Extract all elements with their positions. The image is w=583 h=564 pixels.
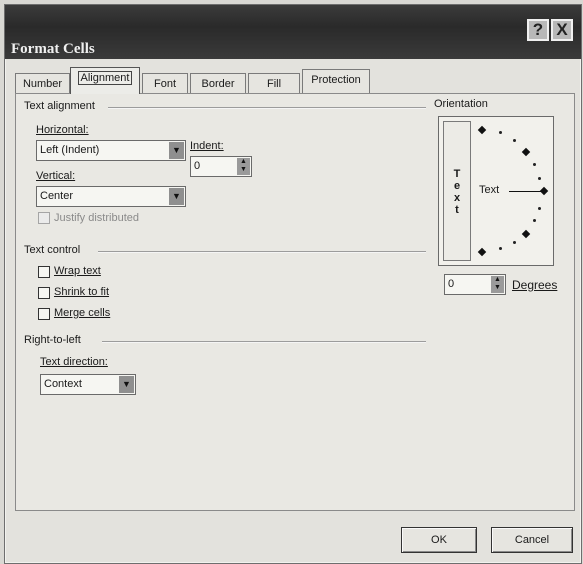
angle-marker (521, 229, 531, 239)
ok-button[interactable]: OK (401, 527, 477, 553)
close-button[interactable]: X (551, 19, 573, 41)
tab-label: Alignment (77, 71, 133, 85)
chevron-down-icon[interactable]: ▼ (169, 142, 184, 159)
tab-number[interactable]: Number (15, 73, 70, 93)
title-bar[interactable]: Format Cells ? X (5, 5, 581, 59)
text-direction-value: Context (44, 378, 82, 390)
alignment-panel: Text alignment Horizontal: Left (Indent)… (15, 93, 575, 511)
angle-dot (513, 241, 516, 244)
vertical-text-letter: T (453, 168, 461, 180)
tab-label: Border (201, 78, 235, 90)
angle-dot (533, 163, 536, 166)
tab-label: Protection (311, 74, 361, 86)
justify-distributed-label: Justify distributed (54, 212, 139, 224)
group-divider (102, 341, 426, 343)
chevron-down-icon[interactable]: ▼ (119, 376, 134, 393)
angle-dot (538, 177, 541, 180)
wrap-text-label: Wrap text (54, 265, 101, 277)
vertical-text-button[interactable]: T e x t (443, 121, 471, 261)
justify-distributed-checkbox[interactable] (38, 212, 50, 224)
vertical-select[interactable]: Center ▼ (36, 186, 186, 207)
text-direction-label: Text direction: (40, 356, 108, 368)
angle-dot (533, 219, 536, 222)
angle-marker (477, 247, 487, 257)
text-alignment-group-label: Text alignment (24, 100, 95, 112)
format-cells-dialog: Format Cells ? X Number Alignment Font B… (4, 4, 582, 564)
angle-dot (499, 247, 502, 250)
group-divider (98, 251, 426, 253)
group-divider (108, 107, 426, 109)
tab-border[interactable]: Border (190, 73, 246, 93)
horizontal-value: Left (Indent) (40, 144, 100, 156)
degrees-value: 0 (448, 278, 455, 290)
angle-dot (499, 131, 502, 134)
dial-text: Text (479, 184, 500, 196)
text-control-group-label: Text control (24, 244, 81, 256)
merge-cells-checkbox[interactable] (38, 308, 50, 320)
orientation-group-label: Orientation (434, 98, 488, 110)
indent-value: 0 (194, 160, 201, 172)
cancel-button[interactable]: Cancel (491, 527, 573, 553)
chevron-down-icon[interactable]: ▼ (169, 188, 184, 205)
vertical-value: Center (40, 190, 74, 202)
wrap-text-checkbox[interactable] (38, 266, 50, 278)
spin-up-down-icon[interactable]: ▲ ▼ (237, 158, 250, 175)
indent-spinner[interactable]: 0 ▲ ▼ (190, 156, 252, 177)
angle-marker-selected (539, 186, 549, 196)
tab-label: Number (22, 78, 63, 90)
merge-cells-label: Merge cells (54, 307, 111, 319)
spin-up-down-icon[interactable]: ▲ ▼ (491, 276, 504, 293)
orientation-box: T e x t Text (438, 116, 554, 266)
vertical-label: Vertical: (36, 170, 76, 182)
angle-dot (538, 207, 541, 210)
horizontal-select[interactable]: Left (Indent) ▼ (36, 140, 186, 161)
tab-alignment[interactable]: Alignment (70, 67, 140, 94)
text-direction-select[interactable]: Context ▼ (40, 374, 136, 395)
tab-label: Fill (266, 78, 282, 90)
degrees-label: Degrees (512, 278, 558, 292)
tab-label: Font (153, 78, 176, 90)
angle-marker (477, 125, 487, 135)
right-to-left-group-label: Right-to-left (24, 334, 81, 346)
vertical-text-letter: e (453, 180, 461, 192)
angle-dot (513, 139, 516, 142)
vertical-text-letter: x (453, 192, 461, 204)
orientation-dial[interactable]: Text (473, 121, 551, 261)
dial-pointer (509, 191, 541, 192)
help-button[interactable]: ? (527, 19, 549, 41)
degrees-spinner[interactable]: 0 ▲ ▼ (444, 274, 506, 295)
shrink-to-fit-label: Shrink to fit (54, 286, 110, 298)
tab-protection[interactable]: Protection (302, 69, 370, 93)
window-title: Format Cells (11, 41, 95, 57)
vertical-text-letter: t (455, 204, 459, 216)
angle-marker (521, 147, 531, 157)
horizontal-label: Horizontal: (36, 124, 89, 136)
tab-fill[interactable]: Fill (248, 73, 300, 93)
indent-label: Indent: (190, 140, 224, 152)
shrink-to-fit-checkbox[interactable] (38, 287, 50, 299)
tab-font[interactable]: Font (142, 73, 188, 93)
